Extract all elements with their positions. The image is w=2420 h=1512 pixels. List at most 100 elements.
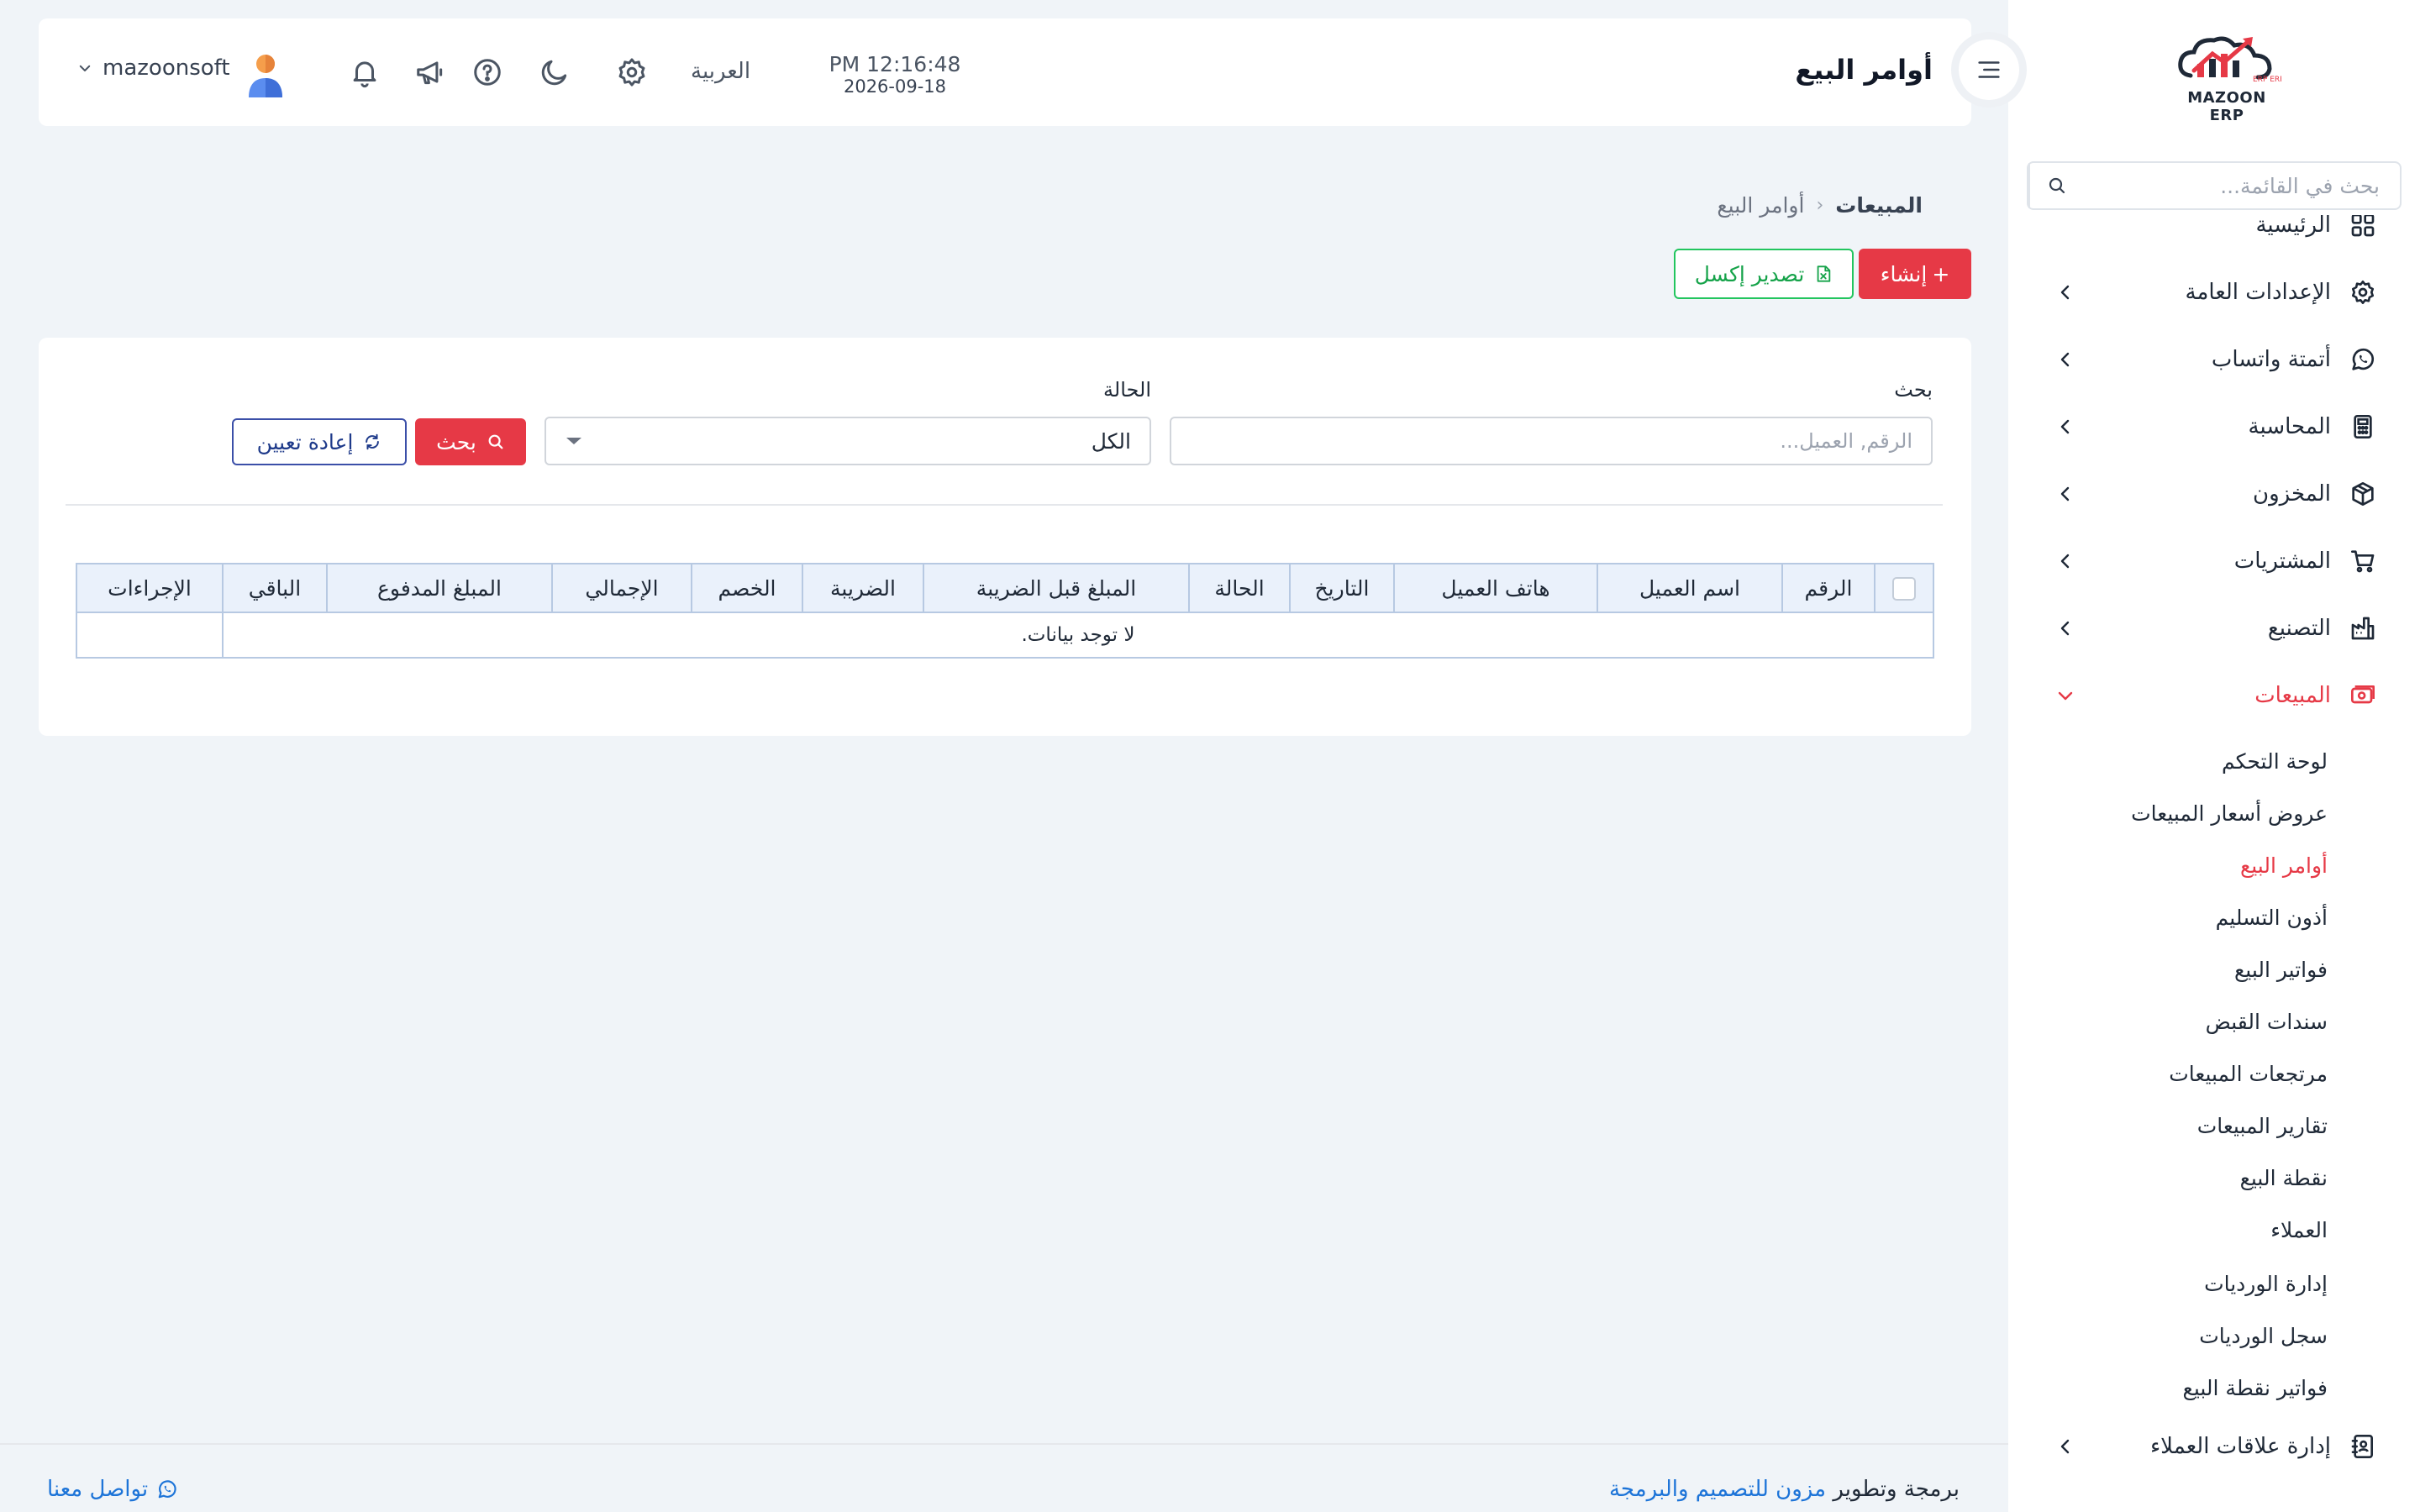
search-button[interactable]: بحث bbox=[415, 418, 526, 465]
select-all-checkbox-cell bbox=[1874, 563, 1934, 613]
submenu-item-sales-invoices[interactable]: فواتير البيع bbox=[2234, 948, 2328, 991]
sidebar-item-inventory[interactable]: المخزون bbox=[2008, 467, 2420, 521]
box-icon bbox=[2348, 479, 2378, 509]
submenu-item-sales-orders[interactable]: أوامر البيع bbox=[2240, 843, 2328, 887]
sidebar-item-home[interactable]: الرئيسية bbox=[2008, 215, 2420, 252]
user-menu[interactable]: mazoonsoft bbox=[77, 55, 230, 81]
submenu-item-shift-management[interactable]: إدارة الورديات bbox=[2204, 1262, 2328, 1305]
submenu-item-shift-log[interactable]: سجل الورديات bbox=[2199, 1314, 2328, 1357]
sidebar-item-sales[interactable]: المبيعات bbox=[2008, 669, 2420, 722]
sidebar-menu: الرئيسية الإعدادات العامة أتمتة واتساب ا… bbox=[2008, 215, 2420, 1512]
user-avatar[interactable] bbox=[245, 52, 286, 99]
footer: برمجة وتطوير مزون للتصميم والبرمجة تواصل… bbox=[0, 1443, 2008, 1512]
sidebar-toggle-button[interactable] bbox=[1951, 32, 2027, 108]
column-header[interactable]: الباقي bbox=[222, 563, 328, 613]
breadcrumb-parent[interactable]: المبيعات bbox=[1835, 193, 1923, 218]
refresh-icon bbox=[363, 433, 381, 451]
column-header[interactable]: الضريبة bbox=[802, 563, 924, 613]
notification-bell-icon[interactable] bbox=[348, 55, 381, 89]
chevron-down-icon bbox=[2055, 685, 2075, 706]
footer-credit-link[interactable]: مزون للتصميم والبرمجة bbox=[1609, 1477, 1826, 1502]
submenu-item-receipts[interactable]: سندات القبض bbox=[2206, 1000, 2328, 1043]
sales-orders-card bbox=[39, 338, 1971, 736]
export-excel-button[interactable]: تصدير إكسل bbox=[1674, 249, 1854, 299]
column-header[interactable]: الرقم bbox=[1781, 563, 1876, 613]
sales-orders-table: الرقم اسم العميل هاتف العميل التاريخ الح… bbox=[76, 563, 1934, 659]
empty-table-message: لا توجد بيانات. bbox=[222, 612, 1934, 659]
status-selected-value: الكل bbox=[1091, 428, 1131, 454]
menu-icon bbox=[1978, 61, 2000, 78]
create-button[interactable]: + إنشاء bbox=[1859, 249, 1971, 299]
status-label: الحالة bbox=[1103, 378, 1151, 402]
clock-date: 2026-09-18 bbox=[843, 76, 947, 97]
search-icon bbox=[487, 433, 505, 451]
settings-gear-icon[interactable] bbox=[615, 55, 649, 89]
dark-mode-moon-icon[interactable] bbox=[538, 55, 571, 89]
column-header[interactable]: الخصم bbox=[691, 563, 803, 613]
export-excel-label: تصدير إكسل bbox=[1694, 261, 1805, 286]
submenu-item-pos-invoices[interactable]: فواتير نقطة البيع bbox=[2183, 1366, 2328, 1410]
sidebar-item-accounting[interactable]: المحاسبة bbox=[2008, 400, 2420, 454]
caret-down-icon bbox=[565, 435, 583, 447]
column-header[interactable]: المبلغ قبل الضريبة bbox=[923, 563, 1190, 613]
column-header[interactable]: هاتف العميل bbox=[1393, 563, 1598, 613]
select-all-checkbox[interactable] bbox=[1892, 577, 1916, 601]
submenu-item-delivery-notes[interactable]: أذون التسليم bbox=[2216, 895, 2328, 939]
search-input[interactable] bbox=[1170, 417, 1933, 465]
sidebar-item-general-settings[interactable]: الإعدادات العامة bbox=[2008, 265, 2420, 319]
table-row: لا توجد بيانات. bbox=[76, 612, 1934, 659]
logo[interactable]: ERP ERP MAZOON ERP bbox=[2172, 34, 2281, 124]
chevron-left-icon bbox=[2055, 551, 2075, 571]
sidebar-item-manufacturing[interactable]: التصنيع bbox=[2008, 601, 2420, 655]
help-icon[interactable] bbox=[471, 55, 504, 89]
chevron-left-icon bbox=[2055, 417, 2075, 437]
column-header[interactable]: التاريخ bbox=[1289, 563, 1395, 613]
language-switcher[interactable]: العربية bbox=[691, 59, 750, 84]
username: mazoonsoft bbox=[103, 55, 230, 81]
chevron-left-icon bbox=[2055, 349, 2075, 370]
reset-button-label: إعادة تعيين bbox=[256, 429, 354, 454]
status-select[interactable]: الكل bbox=[544, 417, 1151, 465]
excel-icon bbox=[1814, 265, 1833, 283]
column-header[interactable]: المبلغ المدفوع bbox=[326, 563, 553, 613]
clock: PM 12:16:48 2026-09-18 bbox=[798, 52, 992, 97]
logo-small-text: ERP ERP bbox=[2253, 76, 2281, 84]
column-header[interactable]: اسم العميل bbox=[1597, 563, 1783, 613]
search-label: بحث bbox=[1894, 378, 1933, 402]
search-icon[interactable] bbox=[2028, 163, 2084, 208]
column-header[interactable]: الحالة bbox=[1188, 563, 1291, 613]
logo-mark-icon: ERP ERP bbox=[2178, 36, 2281, 84]
announcement-megaphone-icon[interactable] bbox=[413, 55, 447, 89]
submenu-item-pos[interactable]: نقطة البيع bbox=[2240, 1156, 2328, 1200]
sidebar-item-label: الرئيسية bbox=[2255, 215, 2331, 238]
chevron-down-icon bbox=[77, 60, 92, 76]
contact-us-link[interactable]: تواصل معنا bbox=[47, 1477, 178, 1502]
submenu-item-sales-reports[interactable]: تقارير المبيعات bbox=[2197, 1104, 2328, 1147]
column-header[interactable]: الإجمالي bbox=[551, 563, 692, 613]
breadcrumb-separator: ‹ bbox=[1816, 195, 1824, 216]
contacts-icon bbox=[2348, 1431, 2378, 1462]
submenu-item-quotations[interactable]: عروض أسعار المبيعات bbox=[2131, 791, 2328, 835]
sidebar-item-label: أتمتة واتساب bbox=[2211, 347, 2331, 372]
submenu-item-dashboard[interactable]: لوحة التحكم bbox=[2222, 739, 2328, 783]
contact-us-label: تواصل معنا bbox=[47, 1477, 149, 1502]
sidebar-item-purchases[interactable]: المشتريات bbox=[2008, 534, 2420, 588]
submenu-item-sales-returns[interactable]: مرتجعات المبيعات bbox=[2169, 1052, 2328, 1095]
footer-credit-prefix: برمجة وتطوير bbox=[1833, 1477, 1960, 1502]
cash-register-icon bbox=[2348, 680, 2378, 711]
sidebar-item-label: المحاسبة bbox=[2248, 414, 2331, 439]
sidebar-item-whatsapp[interactable]: أتمتة واتساب bbox=[2008, 333, 2420, 386]
chevron-left-icon bbox=[2055, 1436, 2075, 1457]
sidebar: ERP ERP MAZOON ERP الرئيسية الإعدادات ال… bbox=[2008, 0, 2420, 1512]
sidebar-item-label: المخزون bbox=[2253, 481, 2331, 507]
chevron-left-icon bbox=[2055, 282, 2075, 302]
sidebar-item-label: التصنيع bbox=[2267, 616, 2331, 641]
table-header-row: الرقم اسم العميل هاتف العميل التاريخ الح… bbox=[76, 563, 1934, 613]
calculator-icon bbox=[2348, 412, 2378, 442]
sidebar-search-input[interactable] bbox=[2084, 163, 2400, 208]
reset-button[interactable]: إعادة تعيين bbox=[232, 418, 407, 465]
submenu-item-customers[interactable]: العملاء bbox=[2270, 1208, 2328, 1252]
sidebar-item-crm[interactable]: إدارة علاقات العملاء bbox=[2008, 1420, 2420, 1473]
search-button-label: بحث bbox=[436, 429, 476, 454]
sidebar-search bbox=[2027, 161, 2402, 210]
